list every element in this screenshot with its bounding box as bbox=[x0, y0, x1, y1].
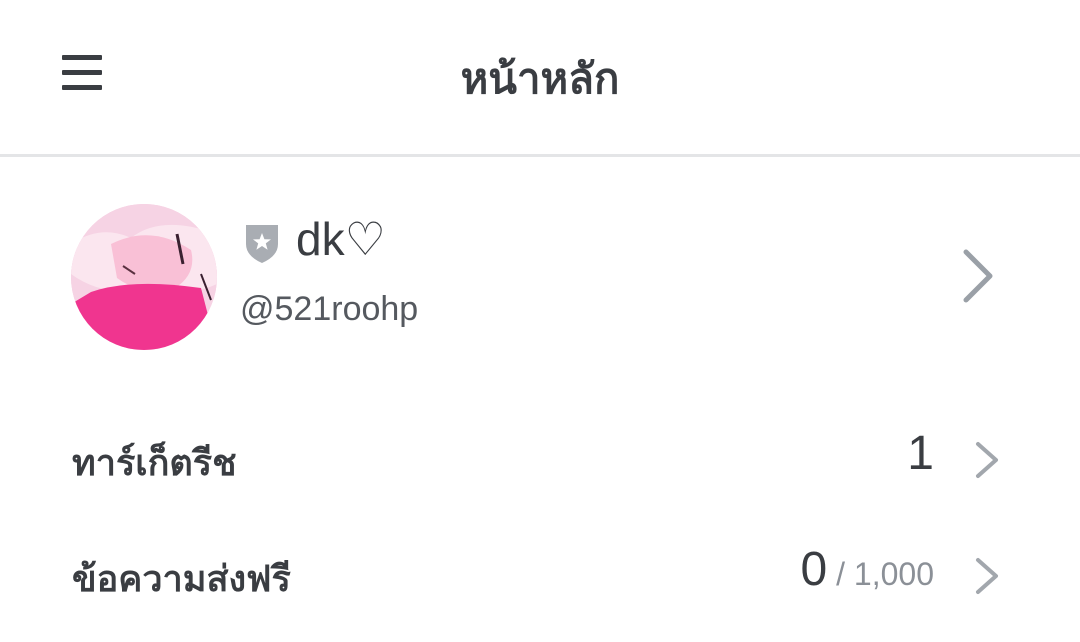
free-messages-row[interactable]: ข้อความส่งฟรี 0 / 1,000 bbox=[0, 530, 1080, 620]
row-count: 1 bbox=[907, 427, 934, 480]
display-name: dk♡ bbox=[296, 213, 386, 265]
row-count: 0 bbox=[800, 543, 828, 596]
avatar bbox=[71, 204, 217, 350]
chevron-right-icon bbox=[976, 558, 998, 594]
chevron-right-icon bbox=[963, 249, 993, 303]
chevron-right-icon bbox=[976, 442, 998, 478]
row-total: / 1,000 bbox=[827, 556, 934, 592]
profile-row[interactable]: dk♡ @521roohp bbox=[0, 190, 1080, 360]
row-value: 1 bbox=[907, 426, 934, 481]
user-handle: @521roohp bbox=[240, 290, 419, 328]
page-title: หน้าหลัก bbox=[460, 54, 620, 103]
app-header: หน้าหลัก bbox=[0, 0, 1080, 157]
target-reach-row[interactable]: ทาร์เก็ตรีช 1 bbox=[0, 414, 1080, 504]
row-label: ข้อความส่งฟรี bbox=[72, 559, 291, 600]
row-value: 0 / 1,000 bbox=[801, 542, 934, 597]
shield-star-icon bbox=[246, 225, 278, 263]
row-label: ทาร์เก็ตรีช bbox=[72, 443, 237, 484]
